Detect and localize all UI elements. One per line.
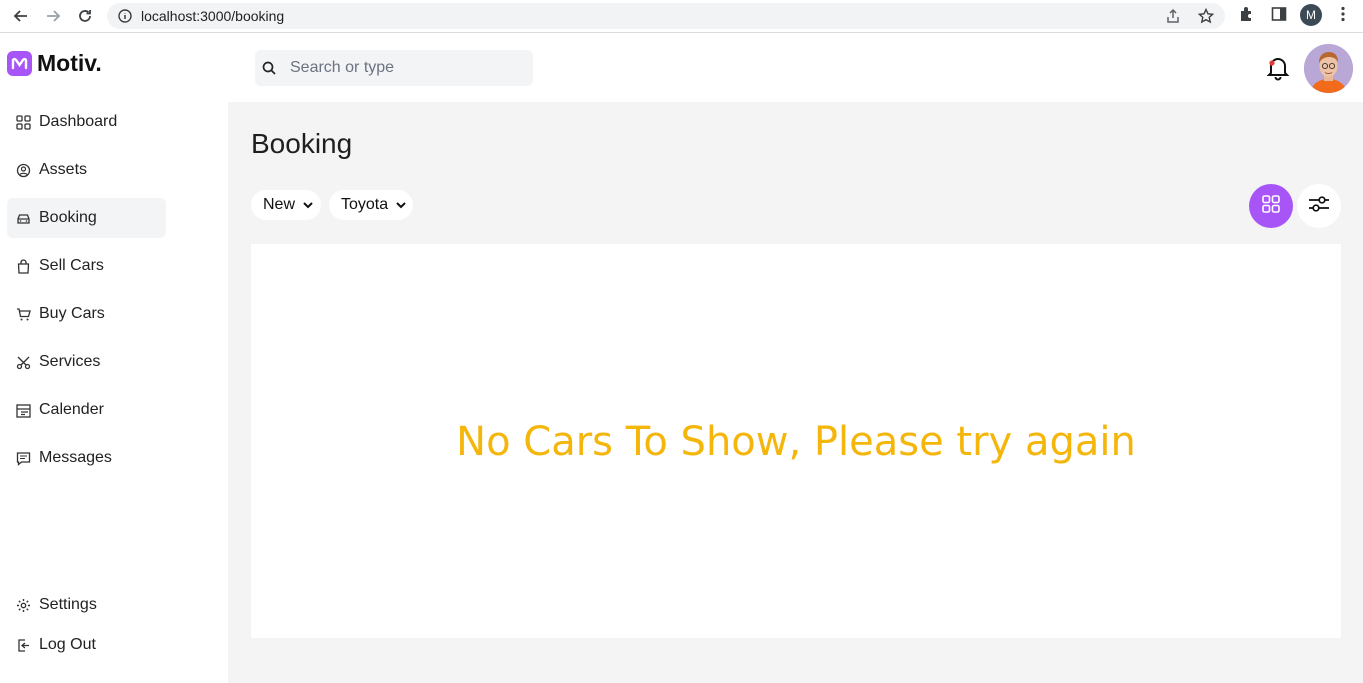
back-icon[interactable] [10, 5, 32, 27]
filter-settings-button[interactable] [1297, 184, 1341, 228]
address-bar[interactable]: localhost:3000/booking [107, 3, 1225, 29]
sidebar-item-log-out[interactable]: Log Out [7, 625, 166, 665]
condition-select-value: New [263, 196, 296, 213]
bag-icon [16, 258, 31, 274]
sidebar-item-dashboard[interactable]: Dashboard [7, 102, 166, 142]
extensions-icon[interactable] [1238, 5, 1256, 28]
cars-panel: No Cars To Show, Please try again [251, 244, 1341, 638]
calendar-icon [16, 403, 31, 418]
search-bar [255, 50, 533, 86]
condition-select[interactable]: New [251, 190, 321, 220]
message-icon [16, 451, 31, 466]
page-title: Booking [251, 128, 353, 159]
logo-icon [7, 51, 32, 76]
empty-state-message: No Cars To Show, Please try again [456, 419, 1136, 465]
url-text: localhost:3000/booking [141, 8, 285, 24]
sidebar-item-settings[interactable]: Settings [7, 585, 166, 625]
reload-icon[interactable] [74, 5, 96, 27]
info-icon[interactable] [118, 9, 132, 28]
brand-select-value: Toyota [341, 196, 389, 213]
main-content: Booking New Toyota No Cars To Show, Plea… [228, 102, 1363, 683]
grid-icon [1261, 194, 1281, 219]
sidebar-item-messages[interactable]: Messages [7, 438, 166, 478]
search-icon [261, 60, 277, 81]
profile-avatar[interactable]: M [1300, 4, 1322, 26]
search-input[interactable] [290, 50, 525, 86]
grid-icon [16, 114, 31, 130]
sidebar-item-booking[interactable]: Booking [7, 198, 166, 238]
logout-icon [16, 638, 31, 653]
sidebar-item-label: Buy Cars [39, 305, 105, 322]
forward-icon[interactable] [42, 5, 64, 27]
side-panel-icon[interactable] [1270, 5, 1288, 28]
sliders-icon [1308, 194, 1330, 219]
sidebar-item-label: Dashboard [39, 113, 118, 130]
sidebar-item-sell-cars[interactable]: Sell Cars [7, 246, 166, 286]
sidebar-item-label: Calender [39, 401, 104, 418]
sidebar-item-calender[interactable]: Calender [7, 390, 166, 430]
sidebar-item-label: Sell Cars [39, 257, 104, 274]
gear-icon [16, 598, 31, 613]
share-icon[interactable] [1165, 8, 1181, 29]
sidebar-item-assets[interactable]: Assets [7, 150, 166, 190]
browser-toolbar: localhost:3000/booking M [0, 0, 1363, 33]
chevron-down-icon [396, 196, 406, 214]
sidebar-item-label: Log Out [39, 636, 96, 653]
sidebar-item-label: Booking [39, 209, 97, 226]
logo[interactable]: Motiv. [7, 50, 102, 77]
menu-dots-icon[interactable] [1334, 5, 1352, 28]
scissors-icon [16, 355, 31, 370]
user-circle-icon [16, 163, 31, 178]
chevron-down-icon [303, 196, 313, 214]
sidebar-item-label: Settings [39, 596, 97, 613]
cart-icon [16, 307, 31, 322]
sidebar-item-label: Assets [39, 161, 88, 178]
brand-select[interactable]: Toyota [329, 190, 413, 220]
notification-bell-icon[interactable] [1266, 55, 1290, 86]
car-icon [16, 211, 31, 226]
user-avatar[interactable] [1304, 44, 1353, 93]
sidebar: Motiv. Dashboard Assets Booking Sell Car… [0, 34, 228, 683]
sidebar-item-buy-cars[interactable]: Buy Cars [7, 294, 166, 334]
sidebar-item-label: Services [39, 353, 101, 370]
grid-view-button[interactable] [1249, 184, 1293, 228]
sidebar-item-services[interactable]: Services [7, 342, 166, 382]
brand-name: Motiv. [37, 50, 102, 76]
sidebar-item-label: Messages [39, 449, 112, 466]
bookmark-star-icon[interactable] [1197, 7, 1215, 29]
